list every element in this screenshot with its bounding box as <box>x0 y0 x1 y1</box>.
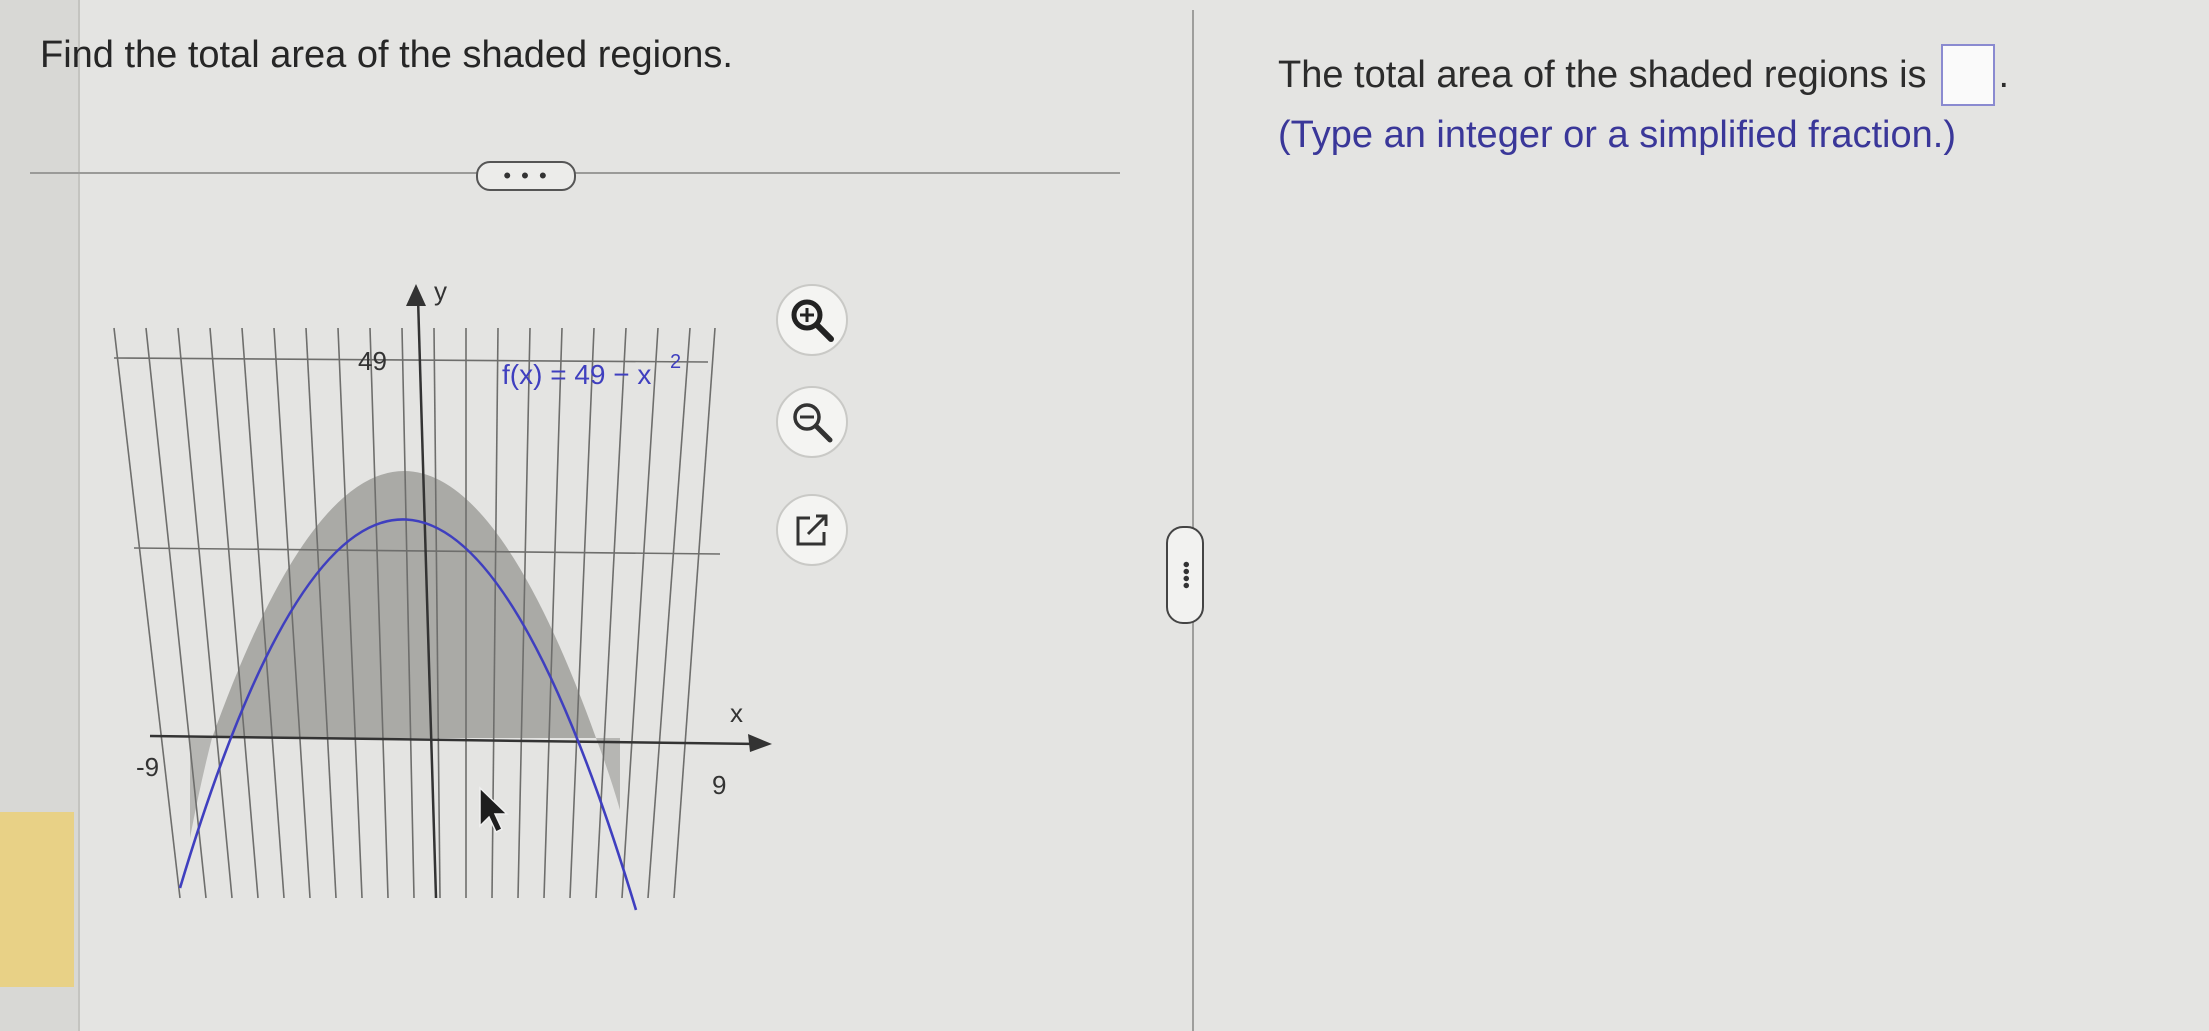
answer-prompt: The total area of the shaded regions is <box>1278 53 1927 96</box>
question-pane: Find the total area of the shaded region… <box>0 0 1170 1031</box>
answer-line: The total area of the shaded regions is … <box>1278 44 2009 106</box>
zoom-in-icon <box>791 299 834 342</box>
zoom-out-button[interactable] <box>776 386 848 458</box>
y-tick-label: 49 <box>358 346 387 376</box>
answer-hint: (Type an integer or a simplified fractio… <box>1278 114 1956 156</box>
answer-period: . <box>1998 53 2010 96</box>
function-graph: y x 49 -9 9 f(x) = 49 − x 2 <box>113 276 772 911</box>
y-axis-arrow <box>406 284 426 306</box>
x-axis-label: x <box>730 698 743 728</box>
question-text: Find the total area of the shaded region… <box>40 34 733 76</box>
function-exponent: 2 <box>670 351 681 373</box>
show-more-button[interactable]: • • • <box>476 161 576 191</box>
zoom-out-icon <box>793 403 833 443</box>
pane-splitter[interactable] <box>1192 10 1194 1031</box>
y-axis-label: y <box>434 276 447 306</box>
x-max-label: 9 <box>712 770 726 800</box>
answer-pane: The total area of the shaded regions is … <box>1196 0 2209 1031</box>
x-axis-arrow <box>748 734 772 752</box>
external-link-icon <box>796 514 828 546</box>
open-in-new-window-button[interactable] <box>776 494 848 566</box>
zoom-in-button[interactable] <box>776 284 848 356</box>
function-label: f(x) = 49 − x <box>502 359 651 390</box>
x-min-label: -9 <box>136 752 159 782</box>
answer-input[interactable] <box>1940 44 1995 106</box>
